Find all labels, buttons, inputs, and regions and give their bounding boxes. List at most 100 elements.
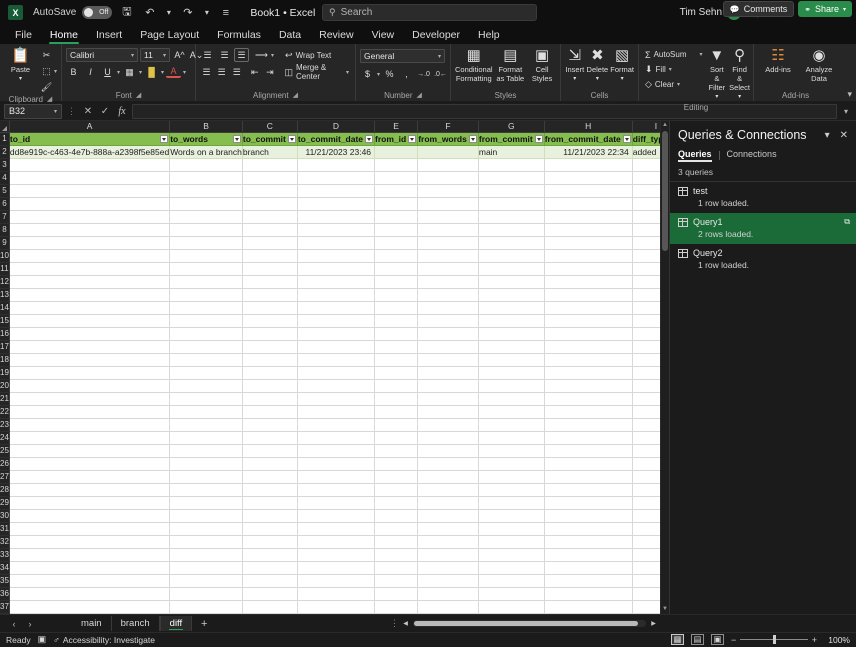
grid-cell[interactable] bbox=[374, 197, 419, 211]
grid-cell[interactable] bbox=[544, 197, 633, 211]
grid-cell[interactable] bbox=[632, 327, 660, 341]
scroll-right-arrow[interactable]: ▶ bbox=[649, 620, 658, 627]
table-data-cell[interactable]: 11/21/2023 22:34 bbox=[544, 145, 633, 159]
decrease-indent-icon[interactable]: ⇤ bbox=[248, 65, 261, 79]
grid-cell[interactable] bbox=[544, 600, 633, 614]
column-header-g[interactable]: G bbox=[478, 121, 545, 133]
filter-dropdown-icon[interactable] bbox=[622, 135, 631, 143]
format-as-table-button[interactable]: ▤ Format as Table bbox=[495, 46, 527, 83]
copy-dropdown-icon[interactable]: ▾ bbox=[54, 68, 57, 75]
currency-icon[interactable]: $ bbox=[360, 67, 375, 81]
grid-cell[interactable] bbox=[632, 457, 660, 471]
delete-dropdown-icon[interactable]: ▾ bbox=[596, 75, 599, 84]
grid-cell[interactable] bbox=[544, 184, 633, 198]
table-row[interactable]: 8 bbox=[0, 223, 660, 237]
grid-cell[interactable] bbox=[417, 405, 479, 419]
row-header-30[interactable]: 30 bbox=[0, 509, 10, 523]
row-header-1[interactable]: 1 bbox=[0, 132, 10, 146]
table-header-cell[interactable]: diff_type bbox=[632, 132, 660, 146]
row-header-12[interactable]: 12 bbox=[0, 275, 10, 289]
grid-cell[interactable] bbox=[9, 392, 171, 406]
grid-cell[interactable] bbox=[632, 483, 660, 497]
row-header-24[interactable]: 24 bbox=[0, 431, 10, 445]
font-size-select[interactable]: 11 ▾ bbox=[140, 48, 170, 62]
grid-cell[interactable] bbox=[417, 470, 479, 484]
grid-cell[interactable] bbox=[632, 249, 660, 263]
alignment-dialog-launcher[interactable]: ◢ bbox=[293, 90, 298, 101]
grid-cell[interactable] bbox=[374, 301, 419, 315]
grid-cell[interactable] bbox=[632, 392, 660, 406]
grid-cell[interactable] bbox=[242, 405, 298, 419]
grid-cell[interactable] bbox=[478, 587, 545, 601]
grid-cell[interactable] bbox=[9, 535, 171, 549]
grid-cell[interactable] bbox=[478, 431, 545, 445]
grid-cell[interactable] bbox=[417, 314, 479, 328]
grid-cell[interactable] bbox=[242, 470, 298, 484]
grid-cell[interactable] bbox=[169, 561, 243, 575]
orientation-dropdown-icon[interactable]: ▾ bbox=[271, 52, 274, 59]
sheet-tab-diff[interactable]: diff bbox=[159, 616, 193, 631]
vertical-scroll-thumb[interactable] bbox=[662, 131, 668, 251]
grid-cell[interactable] bbox=[242, 548, 298, 562]
grid-cell[interactable] bbox=[544, 405, 633, 419]
grid-cell[interactable] bbox=[632, 470, 660, 484]
grid-cell[interactable] bbox=[417, 366, 479, 380]
grid-cell[interactable] bbox=[9, 197, 171, 211]
grid-cell[interactable] bbox=[478, 262, 545, 276]
grid-cell[interactable] bbox=[417, 535, 479, 549]
grid-cell[interactable] bbox=[9, 548, 171, 562]
format-painter-icon[interactable]: 🖌 bbox=[39, 80, 54, 94]
column-header-e[interactable]: E bbox=[374, 121, 419, 133]
grid-cell[interactable] bbox=[297, 366, 376, 380]
grid-cell[interactable] bbox=[169, 587, 243, 601]
paste-button[interactable]: 📋 Paste ▾ bbox=[4, 46, 37, 84]
grid-cell[interactable] bbox=[632, 262, 660, 276]
grid-cell[interactable] bbox=[544, 314, 633, 328]
table-row[interactable]: 17 bbox=[0, 340, 660, 354]
grid-cell[interactable] bbox=[9, 366, 171, 380]
grid-cell[interactable] bbox=[297, 275, 376, 289]
grid-cell[interactable] bbox=[169, 444, 243, 458]
zoom-in-button[interactable]: + bbox=[812, 635, 817, 645]
find-select-dropdown-icon[interactable]: ▾ bbox=[738, 93, 741, 102]
row-header-19[interactable]: 19 bbox=[0, 366, 10, 380]
row-header-3[interactable]: 3 bbox=[0, 158, 10, 172]
table-row[interactable]: 21 bbox=[0, 392, 660, 406]
grid-cell[interactable] bbox=[9, 379, 171, 393]
grid-cell[interactable] bbox=[374, 288, 419, 302]
record-macro-icon[interactable]: ▣ bbox=[38, 634, 47, 645]
grid-cell[interactable] bbox=[374, 171, 419, 185]
grid-cell[interactable] bbox=[544, 561, 633, 575]
table-row[interactable]: 12 bbox=[0, 275, 660, 289]
table-data-cell[interactable]: 11/21/2023 23:46 bbox=[297, 145, 376, 159]
orientation-icon[interactable]: ⟶ bbox=[254, 48, 269, 62]
table-header-cell[interactable]: from_commit_date bbox=[544, 132, 633, 146]
number-dialog-launcher[interactable]: ◢ bbox=[417, 90, 422, 101]
query-list-item[interactable]: test 1 row loaded. bbox=[670, 182, 856, 213]
grid-cell[interactable] bbox=[242, 418, 298, 432]
row-header-22[interactable]: 22 bbox=[0, 405, 10, 419]
grid-cell[interactable] bbox=[632, 353, 660, 367]
grid-cell[interactable] bbox=[169, 236, 243, 250]
grid-cell[interactable] bbox=[169, 249, 243, 263]
grid-cell[interactable] bbox=[169, 431, 243, 445]
grid-cell[interactable] bbox=[169, 600, 243, 614]
underline-dropdown-icon[interactable]: ▾ bbox=[117, 69, 120, 76]
page-break-view-icon[interactable]: ▣ bbox=[711, 634, 724, 645]
grid-cell[interactable] bbox=[417, 210, 479, 224]
cut-icon[interactable]: ✂ bbox=[39, 48, 54, 62]
grid-cell[interactable] bbox=[297, 444, 376, 458]
grid-cell[interactable] bbox=[242, 184, 298, 198]
grid-cell[interactable] bbox=[632, 236, 660, 250]
number-format-select[interactable]: General ▾ bbox=[360, 49, 445, 63]
grid-cell[interactable] bbox=[297, 548, 376, 562]
grid-cell[interactable] bbox=[9, 184, 171, 198]
grid-cell[interactable] bbox=[417, 301, 479, 315]
grid-cell[interactable] bbox=[169, 366, 243, 380]
tab-file[interactable]: File bbox=[6, 28, 41, 44]
share-button[interactable]: ⚭ Share ▾ bbox=[798, 1, 852, 17]
grid-cell[interactable] bbox=[297, 210, 376, 224]
grid-cell[interactable] bbox=[169, 457, 243, 471]
grid-cell[interactable] bbox=[544, 249, 633, 263]
borders-icon[interactable]: ▦ bbox=[122, 65, 137, 79]
